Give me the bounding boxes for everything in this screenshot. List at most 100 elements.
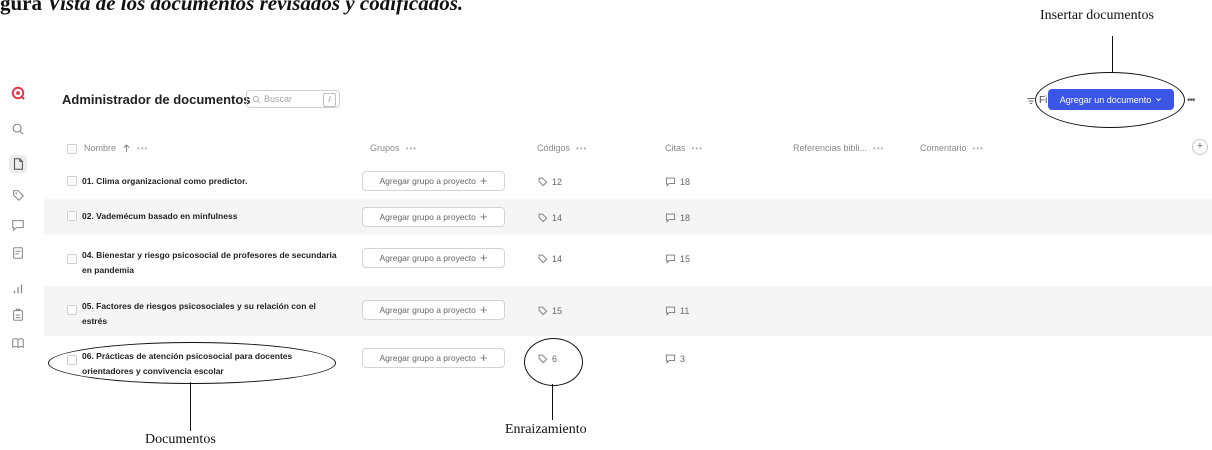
- add-group-button[interactable]: Agregar grupo a proyecto +: [362, 171, 505, 191]
- add-group-button[interactable]: Agregar grupo a proyecto +: [362, 207, 505, 227]
- row-checkbox[interactable]: [67, 176, 77, 186]
- add-group-button[interactable]: Agregar grupo a proyecto +: [362, 300, 505, 320]
- sort-ascending-icon[interactable]: [122, 143, 131, 153]
- quotes-value: 18: [680, 176, 691, 187]
- memo-icon[interactable]: [9, 244, 27, 262]
- plus-icon: +: [479, 250, 488, 265]
- annotation-line-rooting: [552, 384, 553, 420]
- plus-icon: +: [479, 209, 488, 224]
- quotes-value: 18: [680, 212, 691, 223]
- codes-count[interactable]: 14: [537, 212, 562, 223]
- search-icon: [252, 95, 261, 103]
- search-placeholder: Buscar: [264, 94, 293, 104]
- document-icon[interactable]: [9, 155, 27, 173]
- column-header-codes[interactable]: Códigos •••: [537, 143, 587, 153]
- plus-icon: +: [479, 350, 488, 365]
- report-icon[interactable]: [9, 306, 27, 324]
- comment-icon: [665, 354, 676, 364]
- chart-icon[interactable]: [9, 280, 27, 298]
- tag-icon[interactable]: [9, 186, 27, 204]
- comment-icon: [665, 177, 676, 187]
- row-checkbox[interactable]: [67, 211, 77, 221]
- column-header-name[interactable]: Nombre •••: [84, 143, 148, 153]
- codes-count[interactable]: 15: [537, 305, 562, 316]
- add-group-button[interactable]: Agregar grupo a proyecto +: [362, 348, 505, 368]
- annotation-ellipse-rooting: [524, 338, 583, 386]
- column-header-groups[interactable]: Grupos •••: [370, 143, 417, 153]
- page-title: Administrador de documentos: [62, 92, 251, 107]
- add-group-label: Agregar grupo a proyecto: [379, 353, 476, 363]
- column-quotes-label: Citas: [665, 143, 686, 153]
- annotation-line-documents: [190, 382, 191, 431]
- column-references-label: Referencias bibli...: [793, 143, 868, 153]
- quotes-count[interactable]: 3: [665, 353, 685, 364]
- column-groups-label: Grupos: [370, 143, 400, 153]
- annotation-ellipse-documents: [48, 342, 336, 384]
- document-name[interactable]: 02. Vademécum basado en minfulness: [82, 209, 342, 224]
- add-group-label: Agregar grupo a proyecto: [379, 305, 476, 315]
- quotes-value: 3: [680, 353, 686, 364]
- column-header-references[interactable]: Referencias bibli... •••: [793, 143, 884, 153]
- document-name[interactable]: 01. Clima organizacional como predictor.: [82, 174, 342, 189]
- search-icon[interactable]: [9, 120, 27, 138]
- row-checkbox[interactable]: [67, 254, 77, 264]
- codes-count[interactable]: 12: [537, 176, 562, 187]
- codes-value: 15: [552, 305, 563, 316]
- column-name-label: Nombre: [84, 143, 117, 153]
- search-shortcut: /: [323, 93, 336, 107]
- column-menu-icon[interactable]: •••: [692, 144, 703, 153]
- quotes-count[interactable]: 18: [665, 212, 690, 223]
- codes-value: 14: [552, 253, 563, 264]
- add-group-label: Agregar grupo a proyecto: [379, 212, 476, 222]
- quotes-count[interactable]: 15: [665, 253, 690, 264]
- caption-lead: gura: [0, 0, 42, 15]
- column-menu-icon[interactable]: •••: [406, 144, 417, 153]
- row-checkbox[interactable]: [67, 305, 77, 315]
- column-menu-icon[interactable]: •••: [973, 144, 984, 153]
- plus-icon: +: [479, 302, 488, 317]
- quotes-value: 11: [680, 305, 690, 316]
- tag-icon: [538, 213, 548, 223]
- filter-icon: [1027, 97, 1035, 104]
- comment-icon: [665, 254, 676, 264]
- comment-icon[interactable]: [9, 216, 27, 234]
- annotation-documents: Documentos: [145, 432, 216, 447]
- quotes-count[interactable]: 11: [665, 305, 689, 316]
- document-name[interactable]: 05. Factores de riesgos psicosociales y …: [82, 299, 342, 329]
- annotation-rooting: Enraizamiento: [505, 422, 587, 437]
- comment-icon: [665, 306, 676, 316]
- select-all-checkbox[interactable]: [67, 144, 77, 154]
- tag-icon: [538, 177, 548, 187]
- quotes-value: 15: [680, 253, 691, 264]
- document-name[interactable]: 04. Bienestar y riesgo psicosocial de pr…: [82, 248, 342, 278]
- annotation-insert-documents: Insertar documentos: [1040, 8, 1154, 23]
- column-menu-icon[interactable]: •••: [137, 144, 148, 153]
- logo-icon[interactable]: [9, 84, 27, 102]
- codes-value: 12: [552, 176, 563, 187]
- plus-icon: +: [479, 173, 488, 188]
- quotes-count[interactable]: 18: [665, 176, 690, 187]
- more-options-icon[interactable]: •••: [1187, 95, 1195, 106]
- add-document-label: Agregar un documento: [1059, 94, 1152, 105]
- column-header-quotes[interactable]: Citas •••: [665, 143, 703, 153]
- annotation-line-insert: [1112, 36, 1113, 73]
- column-menu-icon[interactable]: •••: [873, 144, 884, 153]
- tag-icon: [538, 254, 548, 264]
- codes-value: 14: [552, 212, 563, 223]
- search-input[interactable]: Buscar /: [246, 90, 340, 108]
- book-icon[interactable]: [9, 334, 27, 352]
- column-header-comment[interactable]: Comentario •••: [920, 143, 984, 153]
- column-menu-icon[interactable]: •••: [576, 144, 587, 153]
- caption-text: Vista de los documentos revisados y codi…: [47, 0, 464, 15]
- column-codes-label: Códigos: [537, 143, 571, 153]
- chevron-down-icon: [1156, 98, 1162, 102]
- add-document-button[interactable]: Agregar un documento: [1048, 89, 1174, 110]
- add-group-button[interactable]: Agregar grupo a proyecto +: [362, 248, 505, 268]
- tag-icon: [538, 306, 548, 316]
- comment-icon: [665, 213, 676, 223]
- add-group-label: Agregar grupo a proyecto: [379, 176, 476, 186]
- add-column-button[interactable]: +: [1192, 139, 1208, 155]
- add-group-label: Agregar grupo a proyecto: [379, 253, 476, 263]
- figure-caption: gura Vista de los documentos revisados y…: [0, 0, 463, 16]
- codes-count[interactable]: 14: [537, 253, 562, 264]
